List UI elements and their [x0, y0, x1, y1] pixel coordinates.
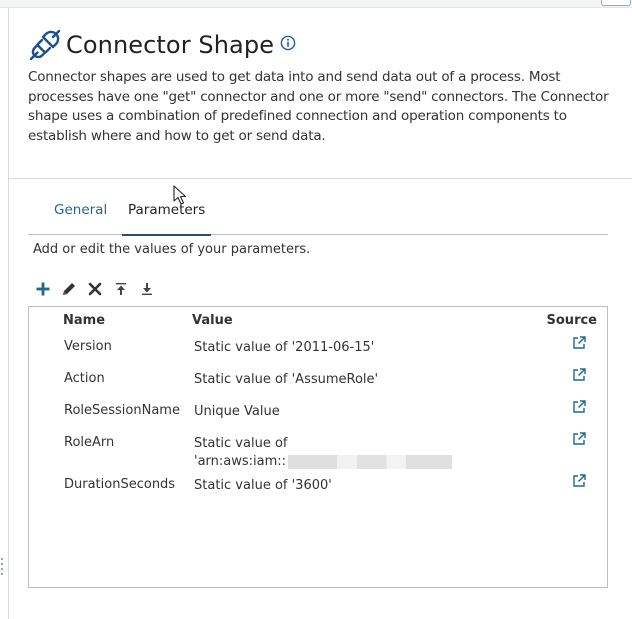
move-to-bottom-icon: [142, 283, 152, 295]
panel-header: Connector Shape Connector shapes are use…: [9, 8, 632, 179]
param-name: Version: [64, 339, 112, 354]
parameters-toolbar: [33, 280, 163, 298]
add-parameter-button[interactable]: [33, 280, 53, 298]
x-icon: [88, 282, 102, 296]
mouse-cursor: [173, 185, 187, 205]
page-title: Connector Shape: [66, 31, 275, 59]
pencil-icon: [63, 283, 75, 295]
external-link-icon[interactable]: [571, 431, 587, 447]
tab-parameters[interactable]: Parameters: [121, 200, 212, 236]
title-row: Connector Shape: [28, 28, 296, 62]
param-value: Unique Value: [194, 404, 280, 419]
param-value: Static value of: [194, 436, 288, 451]
plus-icon: [36, 282, 50, 296]
external-link-icon[interactable]: [571, 399, 587, 415]
plug-icon: [29, 29, 61, 61]
external-link-icon[interactable]: [571, 473, 587, 489]
param-value: Static value of '3600': [194, 478, 332, 493]
param-value: Static value of 'AssumeRole': [194, 372, 379, 387]
param-name: RoleArn: [64, 435, 115, 450]
tab-bar: General Parameters: [28, 198, 608, 236]
column-header-source: Source: [546, 313, 597, 328]
move-to-top-button[interactable]: [111, 280, 131, 298]
window-control[interactable]: [601, 0, 631, 6]
column-header-name: Name: [63, 313, 106, 328]
param-value-line2: 'arn:aws:iam::: [194, 454, 287, 469]
tab-general[interactable]: General: [54, 200, 107, 232]
parameters-hint: Add or edit the values of your parameter…: [33, 242, 311, 257]
info-icon[interactable]: [280, 35, 296, 51]
redacted-value: [288, 454, 453, 469]
move-to-top-icon: [116, 283, 126, 295]
param-name: DurationSeconds: [64, 477, 176, 492]
column-header-value: Value: [192, 313, 233, 328]
edit-parameter-button[interactable]: [59, 280, 79, 298]
top-bar: [0, 0, 632, 8]
external-link-icon[interactable]: [571, 335, 587, 351]
param-value: Static value of '2011-06-15': [194, 340, 375, 355]
move-to-bottom-button[interactable]: [137, 280, 157, 298]
param-value-multiline: Static value of 'arn:aws:iam::: [194, 435, 454, 471]
shape-description: Connector shapes are used to get data in…: [28, 69, 609, 144]
param-name: Action: [64, 371, 105, 386]
resize-grip[interactable]: [1, 558, 4, 578]
parameters-table: Name Value Source Version Static value o…: [28, 306, 608, 588]
external-link-icon[interactable]: [571, 367, 587, 383]
delete-parameter-button[interactable]: [85, 280, 105, 298]
connector-shape-panel: Connector Shape Connector shapes are use…: [8, 8, 632, 619]
param-name: RoleSessionName: [64, 403, 180, 418]
